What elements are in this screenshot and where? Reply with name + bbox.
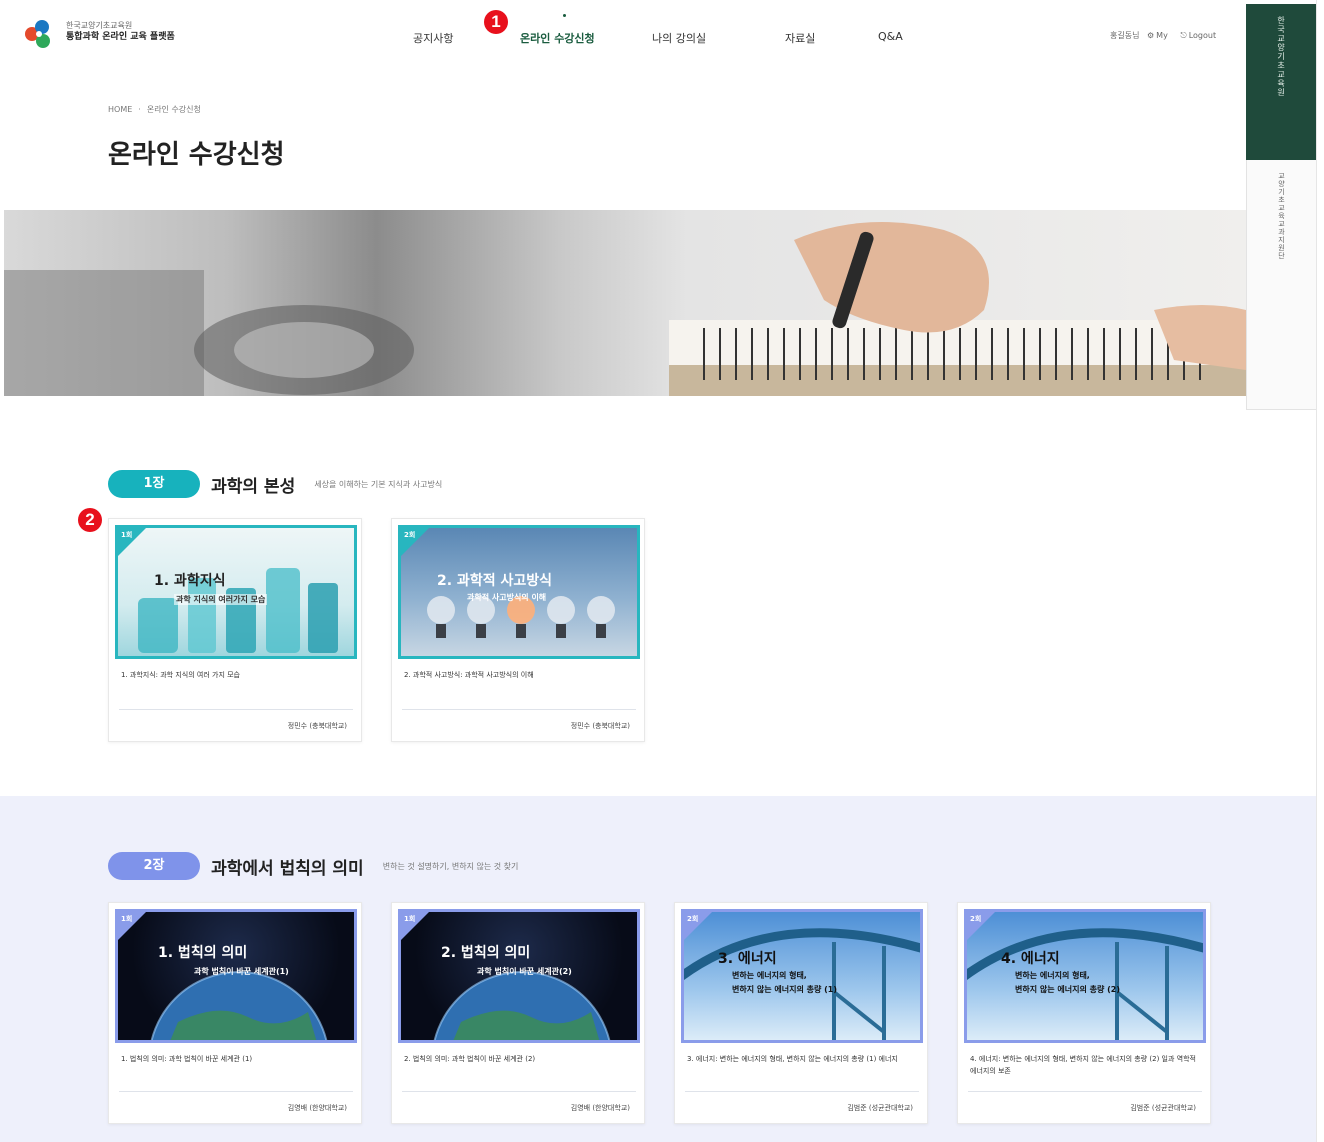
nav-my-classroom[interactable]: 나의 강의실 bbox=[652, 30, 706, 46]
page-title: 온라인 수강신청 bbox=[108, 140, 285, 170]
course-thumbnail[interactable]: 1회 1. 법칙의 의미 과학 법칙이 바꾼 세계관(1) bbox=[115, 909, 357, 1043]
thumbnail-subtitle: 변하는 에너지의 형태, bbox=[732, 971, 807, 980]
card-divider bbox=[119, 1091, 353, 1092]
course-thumbnail[interactable]: 2회 2. 과학적 사고방식 과학적 사고방식의 이해 bbox=[398, 525, 640, 659]
course-thumbnail[interactable]: 2회 3. 에너지 변하는 에너지의 형태, 변하지 않는 에너지의 총량 (1… bbox=[681, 909, 923, 1043]
episode-badge: 2회 bbox=[970, 915, 982, 923]
active-nav-dot bbox=[563, 14, 566, 17]
user-name: 홍길동님 bbox=[1110, 31, 1140, 40]
course-description: 2. 과학적 사고방식: 과학적 사고방식의 이해 bbox=[404, 671, 534, 679]
thumbnail-title: 4. 에너지 bbox=[1001, 951, 1060, 967]
course-instructor: 김범준 (성균관대학교) bbox=[847, 1104, 913, 1112]
course-description: 1. 과학지식: 과학 지식의 여러 가지 모습 bbox=[121, 671, 240, 679]
thumbnail-subtitle-line2: 변하지 않는 에너지의 총량 (1) bbox=[732, 985, 837, 994]
thumbnail-subtitle: 변하는 에너지의 형태, bbox=[1015, 971, 1090, 980]
card-divider bbox=[968, 1091, 1202, 1092]
course-description: 2. 법칙의 의미: 과학 법칙이 바꾼 세계관 (2) bbox=[404, 1055, 536, 1063]
chapter-2-subtitle: 변하는 것 설명하기, 변하지 않는 것 찾기 bbox=[382, 861, 519, 871]
nav-online-enrollment[interactable]: 온라인 수강신청 bbox=[520, 30, 595, 46]
thumbnail-subtitle: 과학적 사고방식의 이해 bbox=[467, 593, 547, 602]
site-header: 한국교양기초교육원 통합과학 온라인 교육 플랫폼 공지사항 온라인 수강신청 … bbox=[0, 0, 1246, 72]
course-card-2-2[interactable]: 1회 2. 법칙의 의미 과학 법칙이 바꾼 세계관(2) 2. 법칙의 의미:… bbox=[391, 902, 645, 1124]
card-divider bbox=[685, 1091, 919, 1092]
logo-text[interactable]: 한국교양기초교육원 통합과학 온라인 교육 플랫폼 bbox=[66, 20, 175, 44]
chapter-1-title: 과학의 본성 bbox=[211, 476, 296, 497]
course-thumbnail[interactable]: 1회 1. 과학지식 과학 지식의 여러가지 모습 bbox=[115, 525, 357, 659]
settings-icon: ⚙ bbox=[1147, 31, 1155, 40]
my-link[interactable]: ⚙ My bbox=[1147, 31, 1173, 40]
breadcrumb-separator: · bbox=[138, 105, 141, 114]
logout-link[interactable]: ⎋ Logout bbox=[1180, 31, 1221, 40]
thumbnail-title: 2. 법칙의 의미 bbox=[441, 945, 531, 961]
thumbnail-subtitle: 과학 법칙이 바꾼 세계관(2) bbox=[477, 967, 572, 976]
episode-badge: 1회 bbox=[404, 915, 416, 923]
card-divider bbox=[119, 709, 353, 710]
course-thumbnail[interactable]: 2회 4. 에너지 변하는 에너지의 형태, 변하지 않는 에너지의 총량 (2… bbox=[964, 909, 1206, 1043]
annotation-marker-2: 2 bbox=[78, 508, 102, 532]
thumbnail-subtitle-line2: 변하지 않는 에너지의 총량 (2) bbox=[1015, 985, 1120, 994]
page-scrollbar-track bbox=[1316, 0, 1324, 1142]
thumbnail-title: 2. 과학적 사고방식 bbox=[437, 573, 552, 589]
annotation-marker-1: 1 bbox=[484, 10, 508, 34]
org-name: 한국교양기초교육원 bbox=[66, 21, 133, 30]
platform-name: 통합과학 온라인 교육 플랫폼 bbox=[66, 32, 175, 42]
side-tab-support-group[interactable]: 교양기초교육교과지원단 bbox=[1246, 160, 1316, 410]
side-tab-institute-label: 한국교양기초교육원 bbox=[1276, 16, 1286, 97]
side-tab-support-group-label: 교양기초교육교과지원단 bbox=[1277, 172, 1286, 260]
course-description: 3. 에너지: 변하는 에너지의 형태, 변하지 않는 에너지의 총량 (1) … bbox=[687, 1055, 898, 1063]
course-card-2-4[interactable]: 2회 4. 에너지 변하는 에너지의 형태, 변하지 않는 에너지의 총량 (2… bbox=[957, 902, 1211, 1124]
course-instructor: 정민수 (충북대학교) bbox=[570, 722, 630, 730]
episode-badge: 2회 bbox=[404, 531, 416, 539]
nav-qna[interactable]: Q&A bbox=[878, 30, 903, 43]
card-divider bbox=[402, 1091, 636, 1092]
chapter-1-subtitle: 세상을 이해하는 기본 지식과 사고방식 bbox=[314, 479, 443, 489]
chapter-1-header: 1장 과학의 본성 세상을 이해하는 기본 지식과 사고방식 bbox=[108, 470, 442, 498]
course-card-2-1[interactable]: 1회 1. 법칙의 의미 과학 법칙이 바꾼 세계관(1) 1. 법칙의 의미:… bbox=[108, 902, 362, 1124]
banner-illustration bbox=[4, 222, 1246, 396]
breadcrumb: HOME · 온라인 수강신청 bbox=[108, 104, 201, 115]
thumbnail-title: 3. 에너지 bbox=[718, 951, 777, 967]
course-description: 4. 에너지: 변하는 에너지의 형태, 변하지 않는 에너지의 총량 (2) … bbox=[970, 1055, 1196, 1075]
course-instructor: 김영배 (한양대학교) bbox=[570, 1104, 630, 1112]
earth-illustration bbox=[433, 971, 611, 1040]
nav-notice[interactable]: 공지사항 bbox=[413, 30, 453, 46]
course-instructor: 김범준 (성균관대학교) bbox=[1130, 1104, 1196, 1112]
thumbnail-subtitle: 과학 지식의 여러가지 모습 bbox=[174, 594, 268, 605]
course-instructor: 김영배 (한양대학교) bbox=[287, 1104, 347, 1112]
episode-badge: 2회 bbox=[687, 915, 699, 923]
course-thumbnail[interactable]: 1회 2. 법칙의 의미 과학 법칙이 바꾼 세계관(2) bbox=[398, 909, 640, 1043]
course-card-1-1[interactable]: 1회 1. 과학지식 과학 지식의 여러가지 모습 1. 과학지식: 과학 지식… bbox=[108, 518, 362, 742]
thumbnail-subtitle: 과학 법칙이 바꾼 세계관(1) bbox=[194, 967, 289, 976]
breadcrumb-home[interactable]: HOME bbox=[108, 105, 132, 114]
episode-badge: 1회 bbox=[121, 915, 133, 923]
chapter-2-header: 2장 과학에서 법칙의 의미 변하는 것 설명하기, 변하지 않는 것 찾기 bbox=[108, 852, 518, 880]
episode-badge: 1회 bbox=[121, 531, 133, 539]
nav-resources[interactable]: 자료실 bbox=[785, 30, 815, 46]
chapter-1-pill: 1장 bbox=[108, 470, 200, 498]
earth-illustration bbox=[150, 971, 328, 1040]
chapter-2-title: 과학에서 법칙의 의미 bbox=[211, 858, 364, 879]
course-instructor: 정민수 (충북대학교) bbox=[287, 722, 347, 730]
hero-banner-image bbox=[4, 210, 1246, 396]
thumbnail-title: 1. 법칙의 의미 bbox=[158, 945, 248, 961]
course-description: 1. 법칙의 의미: 과학 법칙이 바꾼 세계관 (1) bbox=[121, 1055, 253, 1063]
side-tab-institute[interactable]: 한국교양기초교육원 bbox=[1246, 4, 1316, 160]
logout-icon: ⎋ bbox=[1180, 31, 1187, 40]
breadcrumb-current: 온라인 수강신청 bbox=[146, 105, 201, 114]
card-divider bbox=[402, 709, 636, 710]
logo-icon[interactable] bbox=[22, 17, 56, 51]
course-card-1-2[interactable]: 2회 2. 과학적 사고방식 과학적 사고방식의 이해 2. 과학적 사고방식:… bbox=[391, 518, 645, 742]
course-card-2-3[interactable]: 2회 3. 에너지 변하는 에너지의 형태, 변하지 않는 에너지의 총량 (1… bbox=[674, 902, 928, 1124]
thumbnail-title: 1. 과학지식 bbox=[154, 573, 226, 589]
chapter-2-pill: 2장 bbox=[108, 852, 200, 880]
user-utility-links: 홍길동님 ⚙ My ⎋ Logout bbox=[1110, 30, 1226, 41]
